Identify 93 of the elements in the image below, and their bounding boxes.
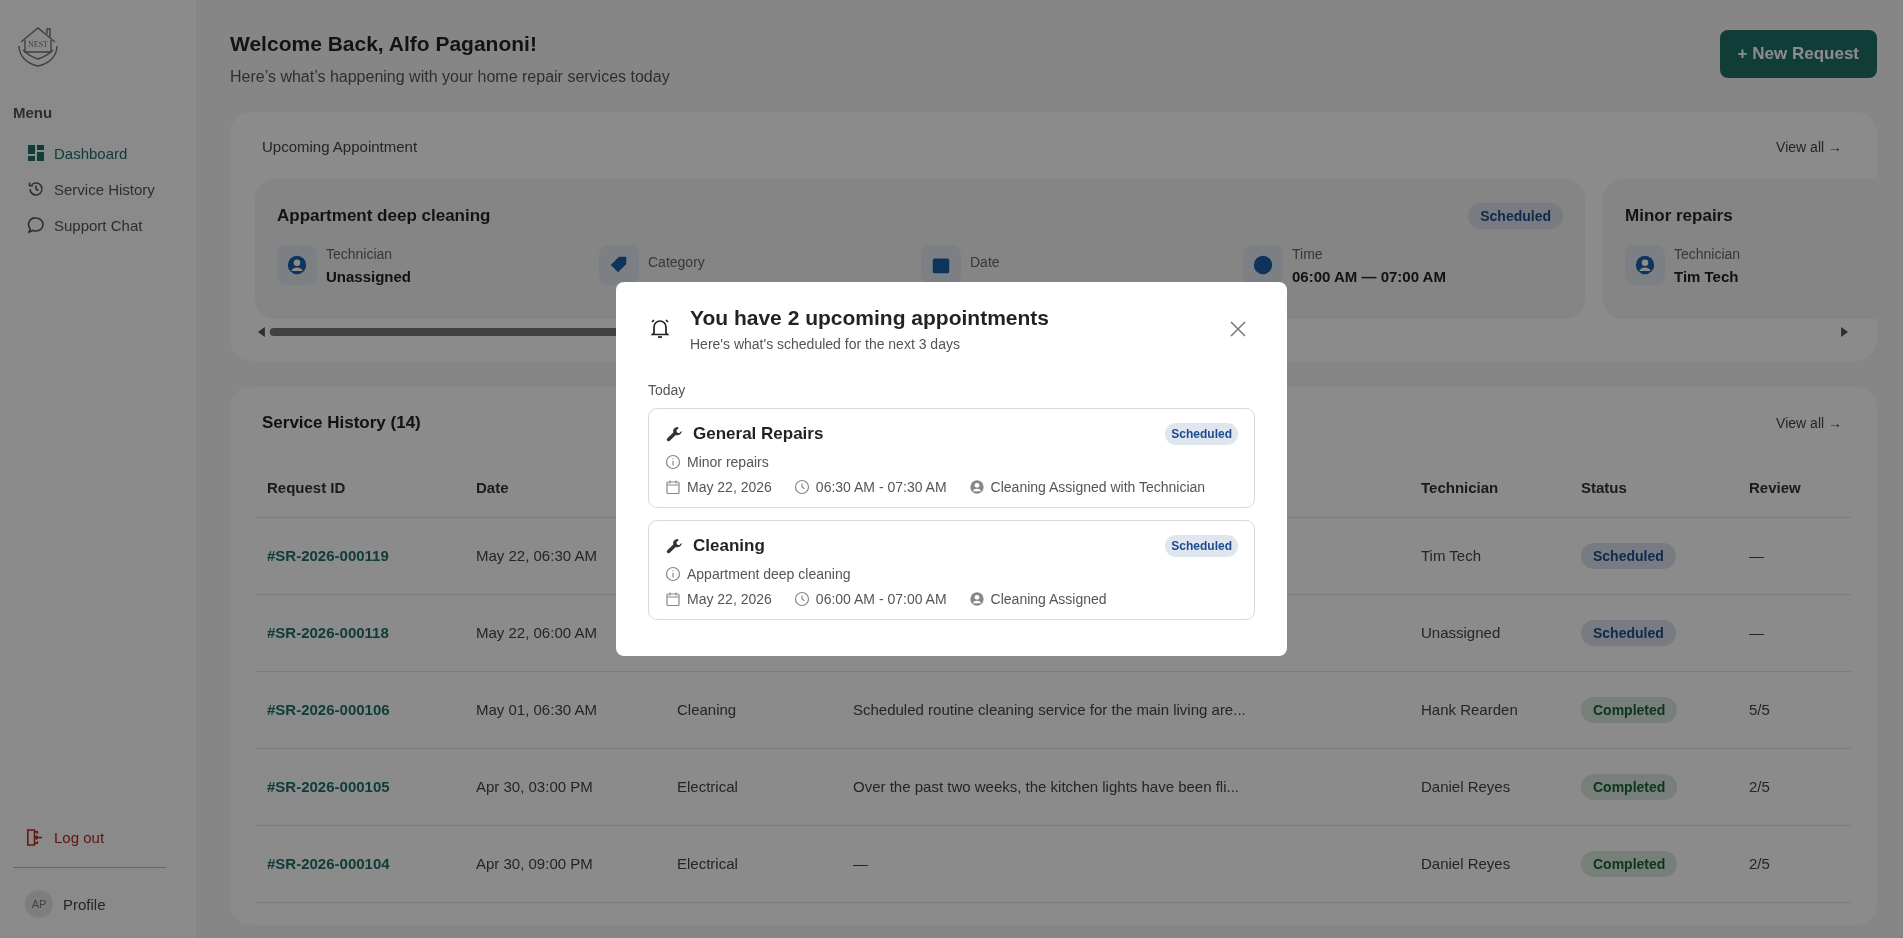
table-cell: 2/5: [1749, 855, 1770, 872]
appointment-date: May 22, 2026: [687, 479, 772, 495]
logout-link[interactable]: Log out: [13, 820, 133, 855]
field-label: Time: [1292, 245, 1324, 262]
view-all-link[interactable]: View all →: [1776, 138, 1842, 155]
user-icon: [968, 479, 985, 495]
appointment-date: May 22, 2026: [687, 591, 772, 607]
field-label: Technician: [1674, 245, 1741, 262]
table-cell: Scheduled routine cleaning service for the main living are...: [853, 701, 1246, 718]
close-icon[interactable]: [1229, 320, 1247, 338]
status-badge: Scheduled: [1165, 423, 1238, 445]
status-badge: Scheduled: [1581, 543, 1676, 569]
view-all-link[interactable]: View all →: [1776, 415, 1842, 431]
wrench-icon: [665, 536, 684, 556]
field-label: Technician: [326, 245, 394, 262]
section-title: Upcoming Appointment: [262, 138, 418, 155]
column-header: Review: [1749, 479, 1801, 497]
appointment-description: Appartment deep cleaning: [687, 566, 851, 582]
status-badge: Scheduled: [1165, 535, 1238, 557]
info-icon: [665, 566, 681, 582]
appointment-time: 06:00 AM - 07:00 AM: [815, 591, 947, 607]
request-link[interactable]: #SR-2026-000104: [267, 855, 390, 872]
status-badge: Completed: [1581, 851, 1678, 877]
appointment-assignee: Cleaning Assigned: [990, 591, 1107, 607]
history-icon: [27, 180, 45, 198]
sidebar-item[interactable]: Dashboard: [13, 135, 173, 171]
field-value: Unassigned: [326, 267, 412, 285]
appointment-time: 06:30 AM - 07:30 AM: [815, 479, 947, 495]
table-cell: —: [853, 855, 868, 872]
logo: NEST: [13, 20, 63, 70]
appointment-title: Cleaning: [693, 536, 765, 556]
table-cell: —: [1749, 624, 1764, 641]
user-icon: [1634, 254, 1656, 276]
field-label: Date: [970, 254, 1000, 270]
request-link[interactable]: #SR-2026-000119: [267, 547, 389, 564]
table-cell: Cleaning: [677, 701, 737, 718]
dialog-subtitle: Here's what's scheduled for the next 3 days: [690, 336, 961, 352]
table-cell: Unassigned: [1421, 624, 1501, 641]
column-header: Request ID: [267, 479, 346, 497]
column-header: Technician: [1421, 479, 1499, 497]
bell-icon: [648, 316, 672, 340]
field-value: 06:00 AM — 07:00 AM: [1292, 267, 1446, 285]
table-cell: Daniel Reyes: [1421, 778, 1511, 795]
info-icon: [665, 454, 681, 470]
status-badge: Scheduled: [1468, 203, 1563, 229]
table-cell: Over the past two weeks, the kitchen lights have been fli...: [853, 778, 1240, 795]
logout-icon: [25, 828, 44, 847]
profile-link[interactable]: AP Profile: [13, 890, 133, 918]
table-cell: Electrical: [677, 855, 738, 872]
appointment-card[interactable]: General Repairs Scheduled Minor repairs May 22, 2026 06:30 AM - 07:30 AM Cleaning Assigned with Technician: [648, 408, 1255, 508]
card-title: Minor repairs: [1625, 206, 1733, 226]
table-cell: Daniel Reyes: [1421, 855, 1511, 872]
user-icon: [286, 254, 308, 276]
request-link[interactable]: #SR-2026-000118: [267, 624, 389, 641]
welcome-title: Welcome Back, Alfo Paganoni!: [230, 32, 538, 56]
chat-icon: [27, 216, 45, 234]
field-value: Tim Tech: [1674, 267, 1740, 285]
table-cell: May 01, 06:30 AM: [476, 701, 597, 718]
avatar: AP: [25, 890, 53, 918]
field-label: Category: [648, 254, 705, 270]
table-cell: 5/5: [1749, 701, 1770, 718]
dashboard-icon: [27, 144, 45, 162]
appointment-card[interactable]: Minor repairs Technician Tim Tech: [1603, 179, 1877, 319]
status-badge: Scheduled: [1581, 620, 1676, 646]
welcome-subtitle: Here’s what’s happening with your home repair services today: [230, 68, 670, 86]
menu-label: Menu: [13, 104, 54, 121]
sidebar-item[interactable]: Support Chat: [13, 207, 173, 243]
request-link[interactable]: #SR-2026-000106: [267, 701, 390, 718]
table-cell: Tim Tech: [1421, 547, 1481, 564]
table-cell: May 22, 06:30 AM: [476, 547, 597, 564]
table-cell: Apr 30, 03:00 PM: [476, 778, 593, 795]
new-request-button[interactable]: + New Request: [1719, 30, 1877, 78]
wrench-icon: [665, 424, 684, 444]
table-cell: Apr 30, 09:00 PM: [476, 855, 593, 872]
request-link[interactable]: #SR-2026-000105: [267, 778, 390, 795]
user-icon: [968, 591, 985, 607]
table-cell: Hank Rearden: [1421, 701, 1518, 718]
column-header: Status: [1581, 479, 1627, 497]
appointment-assignee: Cleaning Assigned with Technician: [990, 479, 1206, 495]
table-cell: Electrical: [677, 778, 738, 795]
card-title: Appartment deep cleaning: [277, 206, 491, 226]
sidebar-item[interactable]: Service History: [13, 171, 173, 207]
status-badge: Completed: [1581, 774, 1678, 800]
section-title: Service History (14): [262, 413, 421, 433]
table-cell: May 22, 06:00 AM: [476, 624, 597, 641]
status-badge: Completed: [1581, 697, 1678, 723]
table-cell: —: [1749, 547, 1764, 564]
group-label: Today: [648, 382, 687, 398]
appointment-description: Minor repairs: [687, 454, 769, 470]
appointment-card[interactable]: Cleaning Scheduled Appartment deep cleaning May 22, 2026 06:00 AM - 07:00 AM Cleaning Assigned: [648, 520, 1255, 620]
table-cell: 2/5: [1749, 778, 1770, 795]
appointment-title: General Repairs: [693, 424, 824, 444]
column-header: Date: [476, 479, 509, 497]
